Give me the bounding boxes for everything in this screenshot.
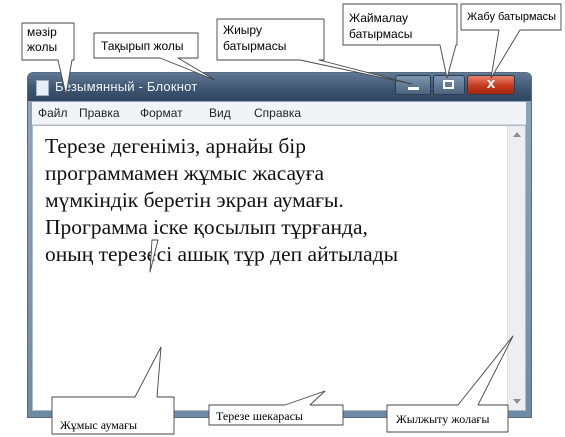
callout-tail-text [149,239,159,273]
label-minimize-line2: батырмасы [223,39,287,53]
label-menu-bar-line2: жолы [27,40,58,54]
label-minimize-line1: Жиыру [223,23,262,37]
label-title-bar: Тақырып жолы [101,39,184,53]
label-scrollbar: Жылжыту жолағы [396,412,490,426]
label-menu-bar-line1: мәзір [27,25,57,39]
label-close: Жабу батырмасы [467,11,557,23]
label-maximize-line1: Жаймалау [349,11,409,25]
callout-layer [21,3,562,435]
label-maximize-line2: батырмасы [349,27,413,41]
label-work-area: Жұмыс аумағы [60,418,138,432]
label-window-border: Терезе шекарасы [216,409,303,423]
